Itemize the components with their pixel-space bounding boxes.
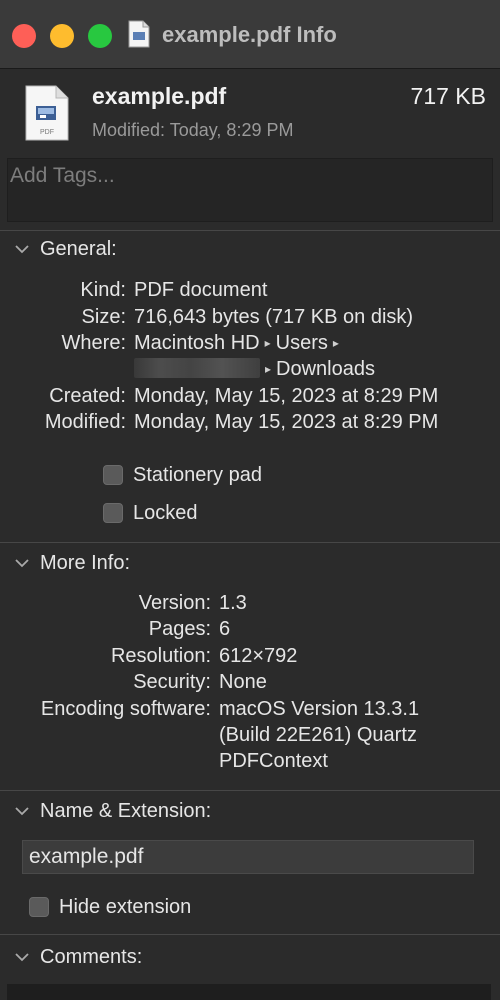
name-extension-title: Name & Extension: [40, 800, 212, 822]
modified-label: Modified: [92, 120, 166, 140]
name-field[interactable] [22, 840, 474, 874]
security-row: Security: None [0, 669, 500, 695]
encoding-value-line1: macOS Version 13.3.1 [219, 698, 420, 720]
close-button[interactable] [12, 24, 36, 48]
encoding-row-2: (Build 22E261) Quartz [0, 722, 500, 748]
hide-extension-label: Hide extension [59, 896, 192, 918]
more-info-title: More Info: [40, 552, 131, 574]
path-downloads: Downloads [276, 358, 375, 380]
tags-placeholder: Add Tags... [10, 164, 115, 187]
kind-row: Kind: PDF document [0, 277, 500, 303]
encoding-label: Encoding software: [40, 698, 211, 720]
window-title: example.pdf Info [162, 22, 337, 47]
chevron-down-icon [15, 807, 29, 816]
security-label: Security: [133, 671, 211, 693]
size-label: Size: [81, 306, 126, 328]
modified-row: Modified: Monday, May 15, 2023 at 8:29 P… [0, 409, 500, 435]
tags-field[interactable]: Add Tags... [7, 158, 493, 222]
encoding-row-3: PDFContext [0, 748, 500, 774]
comments-section-header[interactable]: Comments: [14, 944, 142, 970]
document-icon [128, 20, 150, 48]
locked-checkbox[interactable] [103, 503, 123, 523]
zoom-button[interactable] [88, 24, 112, 48]
resolution-label: Resolution: [110, 645, 211, 667]
comments-title: Comments: [40, 946, 143, 968]
name-extension-section-header[interactable]: Name & Extension: [14, 798, 211, 824]
pdf-file-icon: PDF [25, 85, 69, 141]
stationery-pad-label: Stationery pad [133, 464, 262, 486]
where-label: Where: [61, 332, 126, 354]
created-value: Monday, May 15, 2023 at 8:29 PM [134, 385, 439, 407]
file-name: example.pdf [92, 83, 227, 109]
where-path-line1: Macintosh HD ▸ Users ▸ [134, 330, 344, 356]
path-macintosh-hd: Macintosh HD [134, 332, 260, 354]
more-info-section-header[interactable]: More Info: [14, 550, 130, 576]
modified-date-label: Modified: [44, 411, 126, 433]
divider [0, 934, 500, 935]
encoding-row: Encoding software: macOS Version 13.3.1 [0, 696, 500, 722]
resolution-value: 612×792 [219, 645, 298, 667]
security-value: None [219, 671, 267, 693]
name-input[interactable] [23, 841, 473, 873]
minimize-button[interactable] [50, 24, 74, 48]
title-bar: example.pdf Info [0, 0, 500, 69]
where-row-2: ▸ Downloads [0, 356, 500, 382]
divider [0, 230, 500, 231]
kind-value: PDF document [134, 279, 268, 301]
general-section-header[interactable]: General: [14, 236, 117, 262]
encoding-value-line2: (Build 22E261) Quartz [219, 724, 417, 746]
chevron-down-icon [15, 953, 29, 962]
path-separator-icon: ▸ [332, 336, 339, 350]
stationery-pad-checkbox[interactable] [103, 465, 123, 485]
encoding-value-line3: PDFContext [219, 750, 328, 772]
modified-value: Today, 8:29 PM [169, 120, 294, 140]
divider [0, 790, 500, 791]
where-row: Where: Macintosh HD ▸ Users ▸ [0, 330, 500, 356]
path-separator-icon: ▸ [265, 362, 272, 376]
pdf-icon-label: PDF [40, 129, 54, 136]
created-label: Created: [49, 385, 126, 407]
divider [0, 542, 500, 543]
comments-field[interactable] [7, 984, 491, 1000]
redacted-username [134, 358, 260, 378]
path-separator-icon: ▸ [264, 336, 271, 350]
where-path-line2: ▸ Downloads [134, 356, 375, 382]
general-title: General: [40, 238, 117, 260]
resolution-row: Resolution: 612×792 [0, 643, 500, 669]
version-label: Version: [138, 592, 211, 614]
pages-value: 6 [219, 618, 231, 640]
version-row: Version: 1.3 [0, 590, 500, 616]
kind-label: Kind: [80, 279, 126, 301]
chevron-down-icon [15, 245, 29, 254]
pages-label: Pages: [148, 618, 211, 640]
version-value: 1.3 [219, 592, 247, 614]
hide-extension-checkbox[interactable] [29, 897, 49, 917]
size-row: Size: 716,643 bytes (717 KB on disk) [0, 304, 500, 330]
file-size: 717 KB [410, 83, 486, 109]
chevron-down-icon [15, 559, 29, 568]
created-row: Created: Monday, May 15, 2023 at 8:29 PM [0, 383, 500, 409]
size-value: 716,643 bytes (717 KB on disk) [134, 306, 414, 328]
pages-row: Pages: 6 [0, 616, 500, 642]
modified-summary: Modified: Today, 8:29 PM [92, 118, 293, 142]
modified-date-value: Monday, May 15, 2023 at 8:29 PM [134, 411, 439, 433]
locked-label: Locked [133, 502, 198, 524]
path-users: Users [275, 332, 328, 354]
